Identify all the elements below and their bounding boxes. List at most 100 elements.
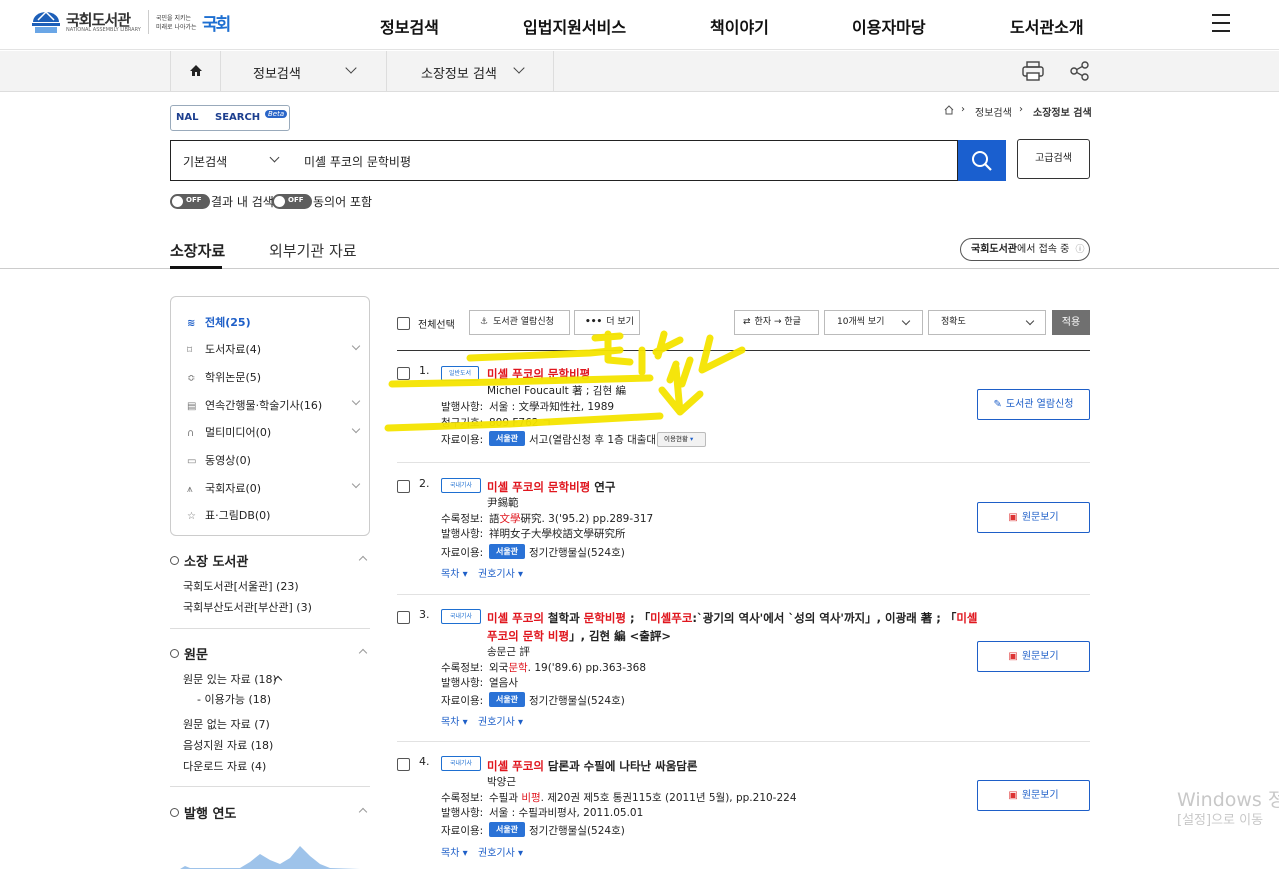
result-4-checkbox[interactable]: [397, 758, 410, 771]
result-divider: [397, 741, 1090, 742]
more-button[interactable]: ••• 더 보기: [574, 310, 640, 335]
result-2-volume-link[interactable]: 권호기사 ▾: [478, 565, 523, 580]
pub-year-heading[interactable]: 발행 연도: [170, 803, 236, 822]
facet-label: 학위논문(5): [205, 371, 262, 384]
libraries-heading[interactable]: 소장 도서관: [170, 551, 248, 570]
search-type-select[interactable]: 기본검색: [183, 153, 227, 170]
facet-books[interactable]: ⌑ 도서자료(4): [187, 341, 261, 357]
chevron-up-icon[interactable]: [358, 555, 368, 565]
search-input[interactable]: 미셸 푸코의 문학비평: [304, 153, 411, 170]
sort-select[interactable]: 정확도: [928, 310, 1046, 335]
result-2-fulltext-button[interactable]: ▣ 원문보기: [977, 502, 1090, 533]
result-3-title-line-2[interactable]: 푸코의 문학 비평」, 김현 編 <출評>: [487, 628, 671, 644]
facet-assembly[interactable]: ⩚ 국회자료(0): [187, 480, 261, 496]
more-label: 더 보기: [606, 317, 634, 327]
fulltext-download[interactable]: 다운로드 자료 (4): [183, 758, 266, 774]
chevron-down-icon[interactable]: [351, 396, 361, 406]
result-3-label-use: 자료이용:: [441, 695, 484, 707]
sidebar-divider: [170, 786, 370, 787]
tab-holdings[interactable]: 소장자료: [170, 240, 225, 261]
chevron-up-icon[interactable]: [358, 807, 368, 817]
result-2-checkbox[interactable]: [397, 480, 410, 493]
nav-user-plaza[interactable]: 이용자마당: [852, 14, 926, 38]
advanced-search-button[interactable]: 고급검색: [1017, 139, 1090, 179]
libraries-title: 소장 도서관: [184, 555, 249, 570]
result-2-title[interactable]: 미셸 푸코의 문학비평 연구: [487, 479, 615, 495]
pdf-icon: ▣: [1008, 512, 1018, 523]
result-4-title[interactable]: 미셸 푸코의 담론과 수필에 나타난 싸움담론: [487, 758, 697, 774]
facet-multimedia[interactable]: ∩ 멀티미디어(0): [187, 424, 271, 440]
nav-legislative-support[interactable]: 입법지원서비스: [523, 14, 626, 38]
assembly-emblem-icon[interactable]: [30, 8, 62, 36]
nal-search-logo: NAL SEARCH Beta: [170, 105, 290, 131]
breadcrumb-home-icon[interactable]: [944, 105, 954, 115]
home-button[interactable]: [170, 51, 220, 91]
share-icon[interactable]: [1070, 61, 1090, 81]
result-1-location-badge: 서울관: [489, 431, 525, 446]
select-all-checkbox[interactable]: [397, 317, 410, 330]
facet-tables-figures[interactable]: ☆ 표·그림DB(0): [187, 507, 270, 523]
bulk-request-button[interactable]: ⚓ 도서관 열람신청: [469, 310, 570, 335]
result-3-volume-link[interactable]: 권호기사 ▾: [478, 713, 523, 728]
chevron-down-icon[interactable]: [351, 424, 361, 434]
fulltext-available[interactable]: 원문 있는 자료 (18): [183, 671, 277, 687]
connection-status-pill[interactable]: 국회도서관에서 접속 중 ⓘ: [960, 238, 1090, 261]
breadcrumb-item-2[interactable]: 소장정보 검색: [1033, 104, 1092, 119]
facet-all[interactable]: ≋ 전체(25): [187, 314, 251, 330]
fulltext-usable[interactable]: - 이용가능 (18): [197, 691, 271, 707]
logo-subtitle: NATIONAL ASSEMBLY LIBRARY: [66, 27, 141, 33]
search-box: 기본검색 미셸 푸코의 문학비평: [170, 140, 958, 181]
nav-book-story[interactable]: 책이야기: [710, 14, 769, 38]
library-request-icon: ⚓: [480, 317, 489, 327]
star-icon: ☆: [187, 511, 196, 522]
result-3-publisher: 열음사: [489, 677, 518, 689]
result-1-checkbox[interactable]: [397, 367, 410, 380]
chevron-down-icon[interactable]: [351, 341, 361, 351]
apply-button[interactable]: 적용: [1052, 310, 1090, 335]
facet-theses[interactable]: ≎ 학위논문(5): [187, 369, 261, 385]
facet-serials[interactable]: ▤ 연속간행물·학술기사(16): [187, 397, 322, 413]
result-4-volume-link[interactable]: 권호기사 ▾: [478, 844, 523, 859]
result-4-toc-link[interactable]: 목차 ▾: [441, 844, 468, 859]
nav-info-search[interactable]: 정보검색: [380, 14, 439, 38]
nav-library-intro[interactable]: 도서관소개: [1010, 14, 1084, 38]
result-3-title-line-1[interactable]: 미셸 푸코의 철학과 문학비평 ; 「미셸푸코:`광기의 역사'에서 `성의 역…: [487, 610, 978, 626]
result-3-number: 3.: [419, 608, 430, 621]
fulltext-title: 원문: [184, 648, 208, 663]
result-1-label-pub: 발행사항:: [441, 401, 484, 413]
nal-logo-text: NAL: [176, 112, 199, 123]
result-3-label-source: 수록정보:: [441, 662, 484, 674]
result-1-request-button[interactable]: ✎ 도서관 열람신청: [977, 389, 1090, 420]
fulltext-none[interactable]: 원문 없는 자료 (7): [183, 716, 270, 732]
subnav-dropdown-info-search[interactable]: 정보검색: [220, 51, 386, 91]
search-button[interactable]: [958, 140, 1006, 181]
print-icon[interactable]: [1022, 61, 1044, 81]
library-seoul[interactable]: 국회도서관[서울관] (23): [183, 578, 299, 594]
synonym-toggle[interactable]: OFF: [272, 194, 312, 209]
result-2-toc-link[interactable]: 목차 ▾: [441, 565, 468, 580]
hanja-convert-button[interactable]: ⇄ 한자 → 한글: [734, 310, 819, 335]
fulltext-audio[interactable]: 음성지원 자료 (18): [183, 737, 273, 753]
facet-video[interactable]: ▭ 동영상(0): [187, 452, 251, 468]
result-3-fulltext-button[interactable]: ▣ 원문보기: [977, 641, 1090, 672]
result-3-checkbox[interactable]: [397, 611, 410, 624]
tab-external[interactable]: 외부기관 자료: [269, 240, 357, 261]
result-2-number: 2.: [419, 477, 430, 490]
per-page-select[interactable]: 10개씩 보기: [824, 310, 923, 335]
result-3-toc-link[interactable]: 목차 ▾: [441, 713, 468, 728]
result-1-title[interactable]: 미셸 푸코의 문학비평: [487, 366, 590, 382]
result-2-publisher: 祥明女子大學校語文學硏究所: [489, 528, 626, 540]
breadcrumb-item-1[interactable]: 정보검색: [975, 104, 1012, 119]
search-icon: [972, 151, 992, 171]
chevron-up-icon[interactable]: [358, 648, 368, 658]
result-4-fulltext-button[interactable]: ▣ 원문보기: [977, 780, 1090, 811]
windows-activation-hint: [설정]으로 이동: [1177, 813, 1264, 828]
chevron-down-icon[interactable]: [351, 479, 361, 489]
result-1-status-dropdown[interactable]: 이용현황 ▾: [657, 432, 706, 447]
menu-hamburger-icon[interactable]: [1212, 14, 1230, 34]
library-busan[interactable]: 국회부산도서관[부산관] (3): [183, 599, 312, 615]
search-within-results-toggle[interactable]: OFF: [170, 194, 210, 209]
fulltext-heading[interactable]: 원문: [170, 644, 208, 663]
subnav-dropdown-holdings-search[interactable]: 소장정보 검색: [386, 51, 554, 91]
more-dots-icon: •••: [585, 317, 603, 327]
